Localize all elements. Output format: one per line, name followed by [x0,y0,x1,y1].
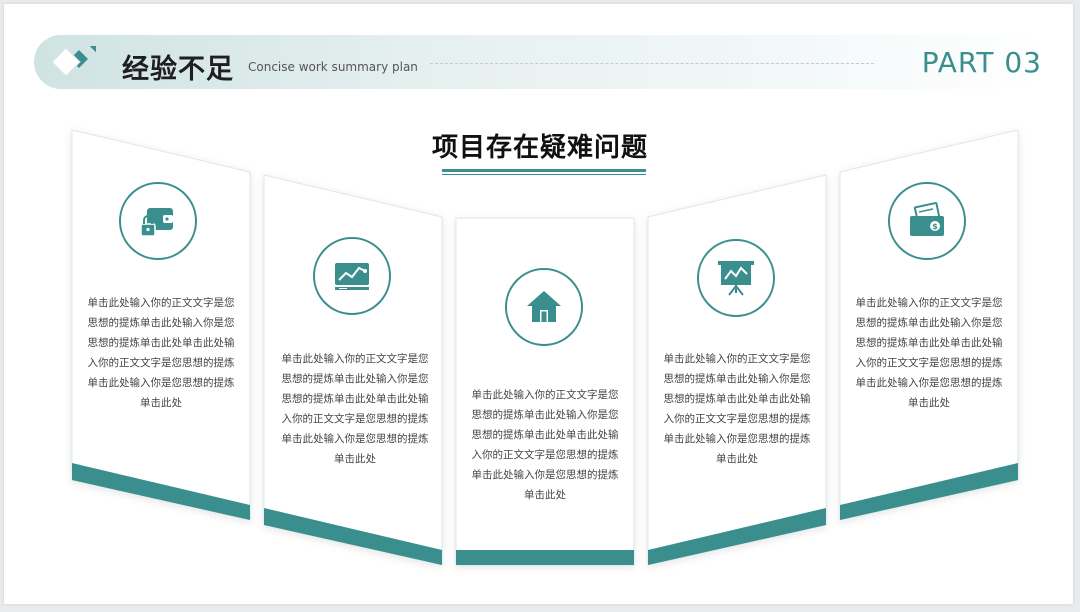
card-4-text: 单击此处输入你的正文文字是您思想的提炼单击此处输入你是您思想的提炼单击此处单击此… [663,353,811,465]
card-1-icon-circle [119,182,197,260]
header-divider [430,63,874,64]
card-2-text: 单击此处输入你的正文文字是您思想的提炼单击此处输入你是您思想的提炼单击此处单击此… [281,353,429,465]
card-5[interactable]: $ 单击此处输入你的正文文字是您思想的提炼单击此处输入你是您思想的提炼单击此处单… [839,129,1019,522]
card-3[interactable]: 单击此处输入你的正文文字是您思想的提炼单击此处输入你是您思想的提炼单击此处单击此… [455,217,635,566]
card-5-icon-circle: $ [888,182,966,260]
page-title: 经验不足 [122,54,234,85]
card-1-text: 单击此处输入你的正文文字是您思想的提炼单击此处输入你是您思想的提炼单击此处单击此… [87,297,235,409]
card-4-icon-circle [697,239,775,317]
card-3-text: 单击此处输入你的正文文字是您思想的提炼单击此处输入你是您思想的提炼单击此处单击此… [471,389,619,501]
card-2[interactable]: 单击此处输入你的正文文字是您思想的提炼单击此处输入你是您思想的提炼单击此处单击此… [263,174,443,567]
svg-text:$: $ [932,222,938,231]
part-label: PART 03 [921,46,1042,79]
wallet-lock-icon [140,208,173,237]
card-4[interactable]: 单击此处输入你的正文文字是您思想的提炼单击此处输入你是您思想的提炼单击此处单击此… [647,174,827,567]
page-subtitle: Concise work summary plan [248,60,418,74]
heading-underline [442,169,646,172]
presentation-chart-icon [718,261,754,296]
card-5-text: 单击此处输入你的正文文字是您思想的提炼单击此处输入你是您思想的提炼单击此处单击此… [855,297,1003,409]
money-icon: $ [910,202,944,236]
logo-diamond-icon [51,46,96,77]
card-2-icon-circle [313,237,391,315]
card-1[interactable]: 单击此处输入你的正文文字是您思想的提炼单击此处输入你是您思想的提炼单击此处单击此… [71,129,251,522]
home-icon [527,291,561,322]
chart-monitor-icon [335,263,369,290]
card-3-icon-circle [505,268,583,346]
heading-underline-thin [442,174,646,175]
